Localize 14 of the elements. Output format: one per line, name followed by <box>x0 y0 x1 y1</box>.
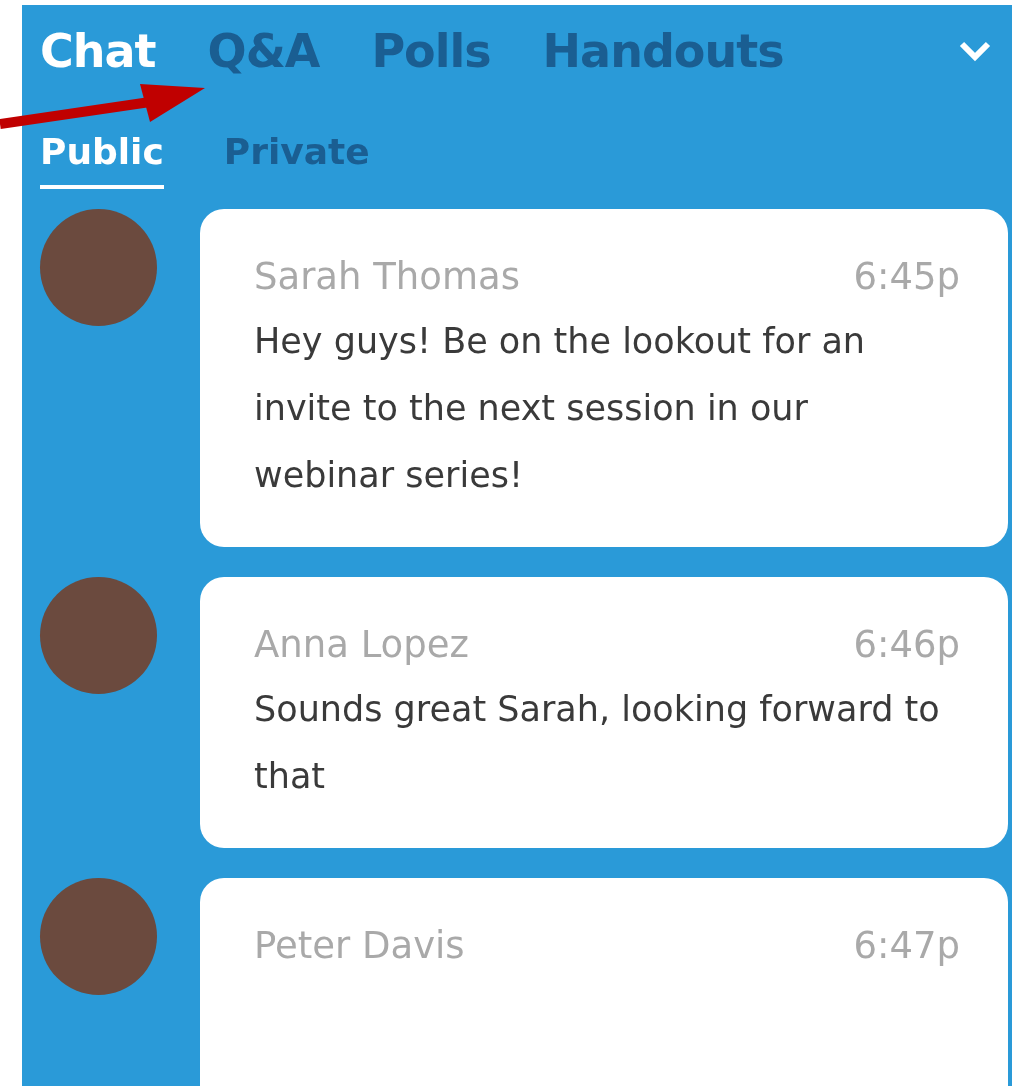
subtab[interactable]: Private <box>223 117 370 189</box>
message-time: 6:47p <box>853 924 960 967</box>
message-time: 6:46p <box>853 623 960 666</box>
message-text: Sounds great Sarah, looking forward to that <box>254 688 941 798</box>
tab[interactable]: Handouts <box>542 24 784 78</box>
message-text: Hey guys! Be on the lookout for an invite to the next session in our webinar series! <box>254 320 867 497</box>
sender-name: Sarah Thomas <box>254 255 520 298</box>
tab[interactable]: Chat <box>40 24 156 78</box>
sender-name: Anna Lopez <box>254 623 469 666</box>
chevron-down-icon[interactable] <box>958 40 992 62</box>
tab[interactable]: Polls <box>371 24 491 78</box>
message-time: 6:45p <box>853 255 960 298</box>
sender-name: Peter Davis <box>254 924 465 967</box>
tab[interactable]: Q&A <box>207 24 320 78</box>
